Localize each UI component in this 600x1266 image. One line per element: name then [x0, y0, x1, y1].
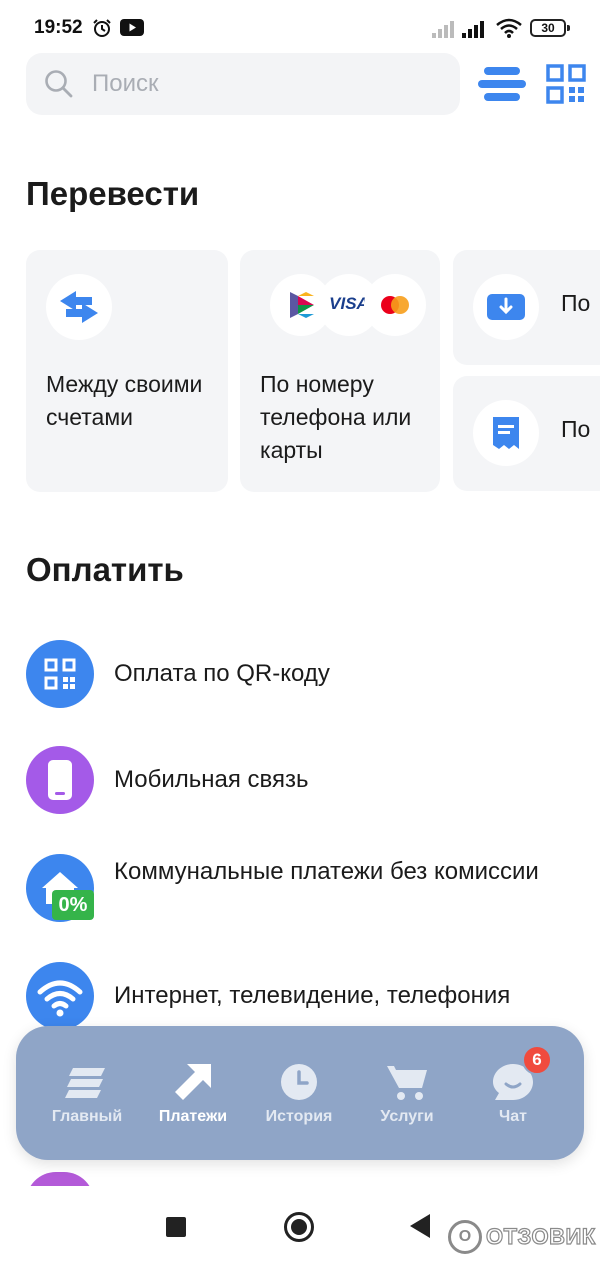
status-time: 19:52 [34, 17, 83, 38]
search-input[interactable] [92, 63, 432, 105]
qr-code-icon [26, 640, 94, 708]
pay-item-label: Коммунальные платежи без комиссии [114, 858, 539, 885]
bottom-nav: Главный Платежи История Услуги 6 Чат [16, 1026, 584, 1160]
nav-label: Услуги [380, 1108, 434, 1125]
zero-percent-badge: 0% [52, 890, 94, 920]
youtube-icon [120, 19, 144, 36]
back-button[interactable] [410, 1214, 430, 1238]
nav-label: Платежи [158, 1108, 228, 1125]
nav-item-chat[interactable]: 6 Чат [458, 1026, 568, 1160]
qr-code-icon[interactable] [546, 64, 586, 104]
home-stack-icon [65, 1068, 105, 1098]
nav-label: Чат [499, 1108, 527, 1125]
clock-icon [281, 1064, 317, 1100]
card-icon-circle [473, 400, 539, 466]
transfer-card-own-accounts[interactable]: Между своими счетами [26, 250, 228, 492]
nav-label: История [265, 1108, 333, 1125]
card-label: По номеру телефона или карты [260, 371, 412, 463]
pay-item-utilities[interactable]: 0% Коммунальные платежи без комиссии [26, 854, 586, 922]
recent-apps-button[interactable] [166, 1217, 186, 1237]
nav-item-services[interactable]: Услуги [352, 1026, 462, 1160]
pay-section-title: Оплатить [26, 551, 184, 588]
system-home-button[interactable] [284, 1212, 314, 1242]
pay-item-internet[interactable]: Интернет, телевидение, телефония [26, 962, 586, 1030]
mastercard-logo-icon [364, 274, 426, 336]
search-bar[interactable] [26, 53, 460, 115]
nav-label: Главный [51, 1108, 123, 1125]
transfer-card-3[interactable]: По [453, 250, 600, 365]
receipt-icon [493, 417, 519, 449]
wifi-icon [496, 18, 522, 38]
search-icon [45, 70, 73, 98]
card-label: Между своими счетами [46, 371, 203, 430]
nav-item-history[interactable]: История [244, 1026, 354, 1160]
cart-icon [387, 1066, 427, 1100]
pay-item-qr[interactable]: Оплата по QR-коду [26, 640, 586, 708]
status-bar: 19:52 30 [0, 0, 600, 56]
nav-item-payments[interactable]: Платежи [138, 1026, 248, 1160]
card-icon-circle [473, 274, 539, 340]
wifi-icon [26, 962, 94, 1030]
menu-icon[interactable] [478, 62, 528, 106]
pay-item-mobile[interactable]: Мобильная связь [26, 746, 586, 814]
pay-item-label: Оплата по QR-коду [114, 660, 330, 687]
arrow-up-right-icon [175, 1064, 211, 1100]
download-icon [487, 294, 525, 320]
chat-unread-badge: 6 [522, 1045, 552, 1075]
nav-item-home[interactable]: Главный [32, 1026, 142, 1160]
alarm-icon [93, 19, 111, 37]
transfer-section-title: Перевести [26, 175, 200, 212]
house-icon: 0% [26, 854, 94, 922]
transfer-card-phone-or-card[interactable]: VISA По номеру телефона или карты [240, 250, 440, 492]
battery-icon: 30 [530, 19, 570, 37]
pay-item-label: Интернет, телевидение, телефония [114, 982, 511, 1009]
card-icon-circle [46, 274, 112, 340]
transfer-card-4[interactable]: По [453, 376, 600, 491]
pay-item-label: Мобильная связь [114, 766, 309, 793]
signal-icon [462, 21, 484, 38]
signal-icon [432, 21, 454, 38]
swap-arrows-icon [60, 291, 98, 323]
phone-icon [26, 746, 94, 814]
card-label: По [561, 290, 591, 316]
watermark-logo-icon: O [448, 1220, 482, 1254]
card-label: По [561, 416, 591, 442]
watermark-text: ОТЗОВИК [485, 1223, 596, 1249]
